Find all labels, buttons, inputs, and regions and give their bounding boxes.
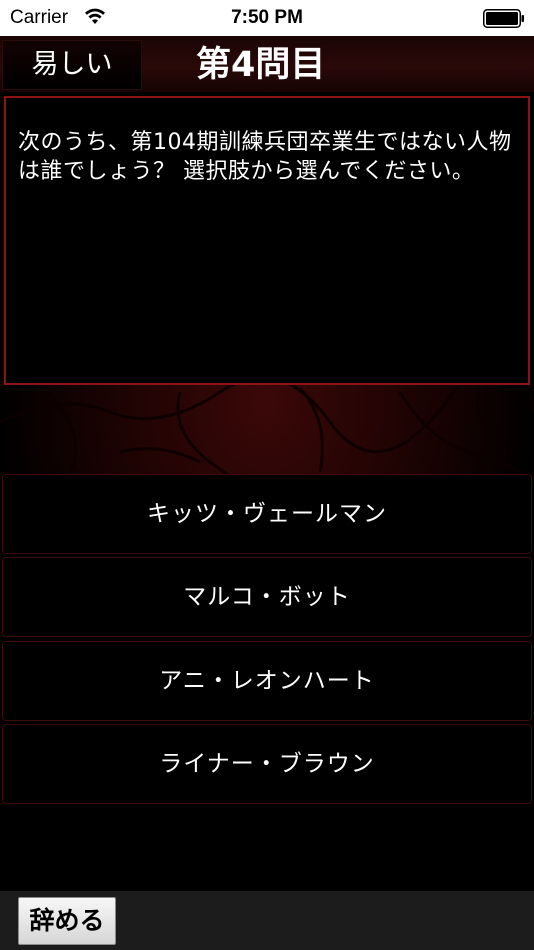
answer-option-4[interactable]: ライナー・ブラウン (2, 724, 532, 804)
answer-option-1[interactable]: キッツ・ヴェールマン (2, 474, 532, 554)
header-bar: 易しい 第4問目 (0, 36, 534, 92)
bottom-toolbar: 辞める (0, 891, 534, 950)
question-box: 次のうち、第104期訓練兵団卒業生ではない人物は誰でしょう？ 選択肢から選んでく… (4, 96, 530, 385)
status-bar: Carrier 7:50 PM (0, 0, 534, 36)
question-number-title: 第4問目 (196, 45, 326, 85)
answer-option-2[interactable]: マルコ・ボット (2, 557, 532, 637)
quit-button[interactable]: 辞める (18, 897, 116, 945)
battery-icon (483, 9, 524, 28)
difficulty-label: 易しい (2, 40, 142, 90)
answer-option-3[interactable]: アニ・レオンハート (2, 641, 532, 721)
status-time: 7:50 PM (231, 7, 303, 28)
